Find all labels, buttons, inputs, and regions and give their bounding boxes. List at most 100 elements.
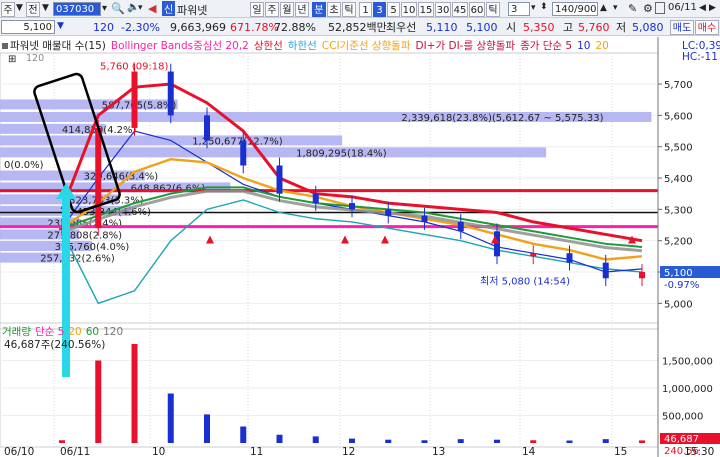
interval-tick[interactable]: 틱 bbox=[486, 2, 500, 17]
date-value: 06/11 bbox=[668, 2, 697, 13]
candle-body bbox=[131, 71, 138, 128]
volume-bar bbox=[566, 440, 573, 443]
x-axis-label: 11 bbox=[250, 446, 263, 457]
interval-label: 15 bbox=[419, 5, 433, 16]
down-arrow-icon: ▼ bbox=[57, 21, 64, 31]
volume-bar bbox=[240, 426, 247, 443]
x-axis-label: 06/11 bbox=[60, 446, 90, 457]
left-arrow-icon[interactable]: ◀ bbox=[148, 2, 156, 15]
date-prev-icon[interactable]: ◀ bbox=[699, 3, 706, 13]
market-chevron-icon: ▼ bbox=[42, 3, 49, 13]
period-year[interactable]: 년 bbox=[295, 2, 309, 17]
count-input[interactable]: 3 bbox=[508, 2, 530, 16]
period-minute[interactable]: 분 bbox=[312, 2, 326, 17]
period-label: 분 bbox=[314, 5, 324, 16]
high-label: 고 bbox=[563, 21, 574, 34]
volume-rate: 671.78% bbox=[230, 21, 279, 34]
volume-tick-label: 1,000,000 bbox=[662, 384, 713, 395]
change-rate: -2.30% bbox=[121, 21, 160, 34]
x-axis-label: 14 bbox=[522, 446, 536, 457]
candle-body bbox=[639, 272, 645, 279]
speaker-chevron-icon[interactable]: ▾ bbox=[138, 3, 143, 13]
interval-1[interactable]: 1 bbox=[359, 2, 372, 17]
interval-10[interactable]: 10 bbox=[401, 2, 417, 17]
period-day[interactable]: 일 bbox=[250, 2, 264, 17]
page-up-icon[interactable]: ▲ bbox=[600, 3, 607, 13]
open-label: 시 bbox=[506, 21, 517, 34]
interval-label: 5 bbox=[390, 5, 397, 16]
candle-body bbox=[167, 71, 174, 116]
interval-3[interactable]: 3 bbox=[373, 2, 386, 17]
legend-volume-ma120[interactable]: 120 bbox=[103, 326, 123, 338]
volume-bar bbox=[95, 360, 102, 443]
period-label: 월 bbox=[282, 5, 292, 16]
interval-30[interactable]: 30 bbox=[435, 2, 451, 17]
price-tick-label: 5,500 bbox=[664, 143, 693, 154]
interval-45[interactable]: 45 bbox=[452, 2, 468, 17]
kind-label: 주 bbox=[3, 5, 13, 16]
volume-profile-label: 1,809,295(18.4%) bbox=[296, 148, 387, 159]
volume-bar bbox=[457, 439, 464, 443]
volume-bar bbox=[312, 436, 319, 443]
x-axis-label: 15:30 bbox=[684, 446, 714, 457]
x-axis-label: 06/10 bbox=[4, 446, 34, 457]
high-price: 5,760 bbox=[578, 21, 610, 34]
candle-body bbox=[312, 193, 319, 204]
current-price-label: 5,100 bbox=[664, 268, 693, 279]
low-annotation: 최저 5,080 (14:54) bbox=[480, 275, 570, 287]
date-checkbox[interactable] bbox=[655, 2, 665, 14]
price-volume-chart[interactable]: 2,339,618(23.8%)(5,612.67 ~ 5,575.33) 587… bbox=[0, 37, 720, 457]
period-week[interactable]: 주 bbox=[265, 2, 279, 17]
candle-body bbox=[421, 215, 428, 222]
page-counter-field[interactable]: 140/900 bbox=[552, 2, 598, 16]
interval-15[interactable]: 15 bbox=[418, 2, 434, 17]
volume-bar bbox=[421, 440, 428, 443]
period-tick[interactable]: 틱 bbox=[342, 2, 356, 17]
buy-label: 매수 bbox=[697, 23, 717, 34]
price-tick-label: 5,600 bbox=[664, 111, 693, 122]
interval-60[interactable]: 60 bbox=[469, 2, 485, 17]
period-month[interactable]: 월 bbox=[280, 2, 294, 17]
buy-button[interactable]: 매수 bbox=[695, 20, 719, 35]
stock-name: 파워넷 bbox=[177, 4, 208, 17]
code-dropdown-icon[interactable]: ▾ bbox=[102, 3, 107, 14]
tool-icon[interactable]: ✎ bbox=[628, 2, 637, 15]
best-label: 최우선 bbox=[386, 21, 417, 34]
ask-price: 5,110 bbox=[426, 21, 458, 34]
sell-label: 매도 bbox=[672, 23, 692, 34]
quote-bar: 5,100 ▼ 120 -2.30% 9,663,969 671.78% 72.… bbox=[0, 18, 720, 36]
stock-code-input[interactable]: 037030 bbox=[53, 2, 101, 16]
price-field[interactable]: 5,100 bbox=[1, 20, 55, 34]
interval-label: 1 bbox=[362, 5, 369, 16]
sell-button[interactable]: 매도 bbox=[670, 20, 694, 35]
volume-bar bbox=[530, 440, 537, 443]
count-spinner-icon[interactable]: ⬍ bbox=[540, 2, 548, 12]
period-second[interactable]: 초 bbox=[327, 2, 341, 17]
volume-profile-label: 329,646(3.4%) bbox=[84, 172, 159, 183]
credit-badge: 신 bbox=[162, 1, 176, 16]
interval-label: 틱 bbox=[488, 5, 498, 16]
period-label: 일 bbox=[252, 5, 262, 16]
period-120-label: 120 bbox=[26, 53, 45, 64]
volume-bar bbox=[276, 434, 283, 443]
interval-5[interactable]: 5 bbox=[387, 2, 400, 17]
bid-price: 5,100 bbox=[466, 21, 498, 34]
current-price: 5,100 bbox=[23, 22, 52, 33]
period-label: 년 bbox=[297, 5, 307, 16]
signal-arrow bbox=[341, 235, 349, 244]
search-label: 전 bbox=[28, 5, 38, 16]
candle-body bbox=[204, 115, 210, 141]
volume-bar bbox=[204, 414, 210, 443]
candle-body bbox=[385, 209, 392, 216]
count-chevron-icon[interactable]: ▾ bbox=[531, 3, 536, 13]
page-down-icon[interactable]: ▾ bbox=[613, 3, 618, 13]
volume-bars bbox=[59, 344, 645, 443]
settings-icon[interactable]: ⚙ bbox=[643, 2, 653, 15]
kind-dropdown[interactable]: 주 bbox=[1, 2, 15, 17]
volume-bar bbox=[639, 440, 645, 443]
price-tick-label: 5,400 bbox=[664, 174, 693, 185]
search-button[interactable]: 전 bbox=[26, 2, 40, 17]
search-icon[interactable]: 🔍 bbox=[111, 2, 125, 15]
signal-arrow bbox=[381, 235, 389, 244]
date-next-icon[interactable]: ▶ bbox=[709, 3, 716, 13]
